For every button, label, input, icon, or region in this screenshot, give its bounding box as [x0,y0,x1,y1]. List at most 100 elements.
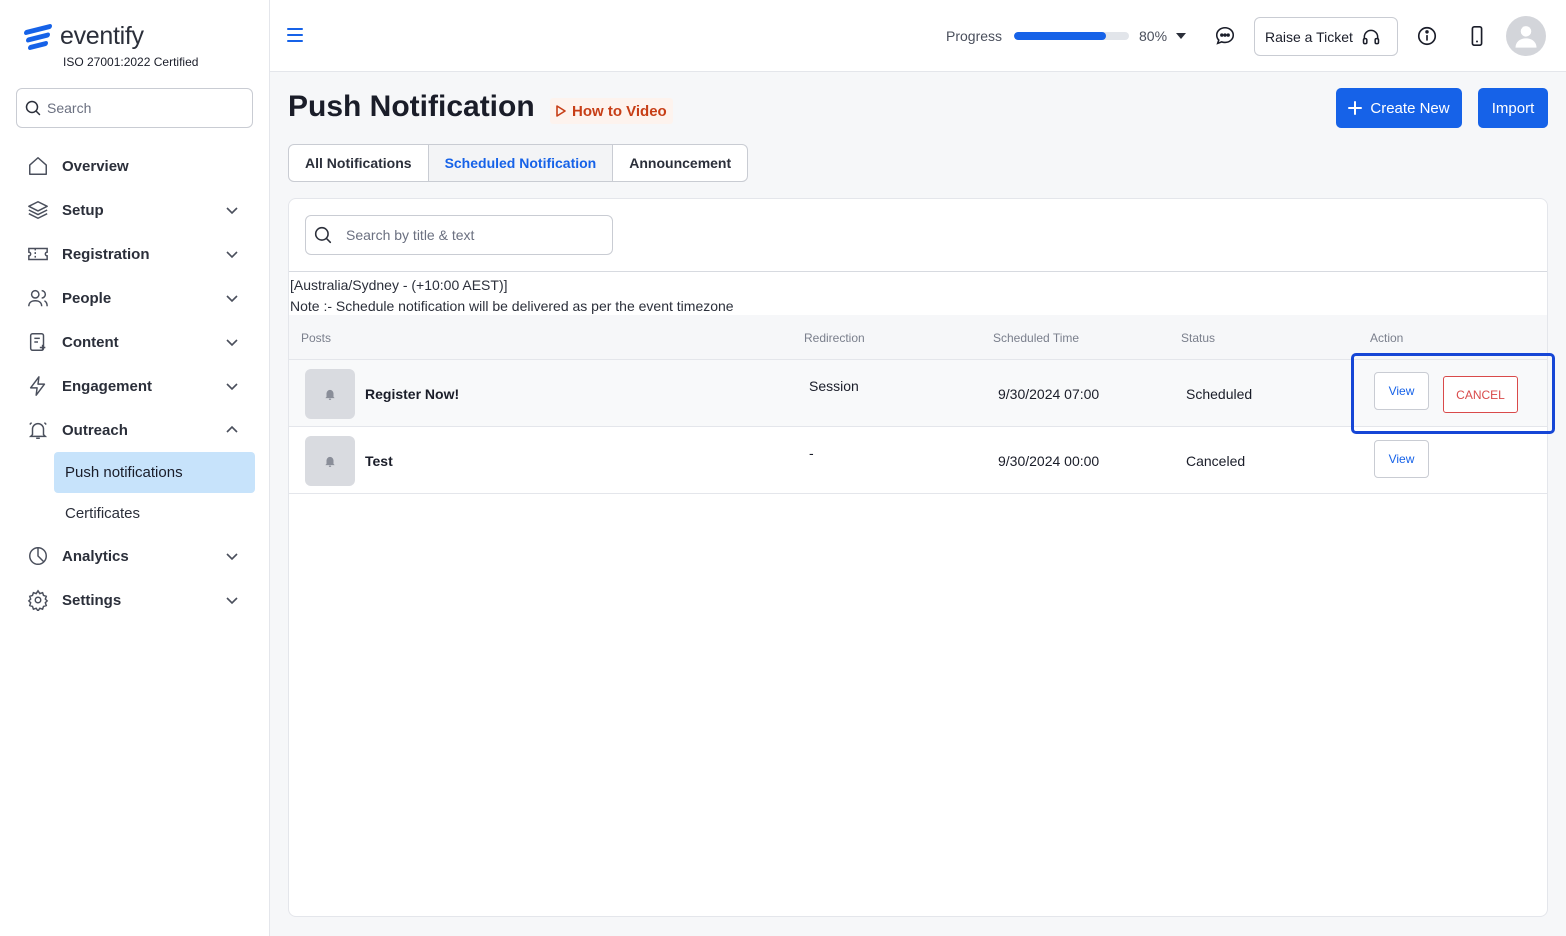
sidebar-item-label: Setup [62,201,104,219]
chevron-down-icon [226,553,238,561]
post-title: Register Now! [365,386,460,402]
sidebar-search-input[interactable] [47,100,227,116]
sidebar-subitem-certificates[interactable]: Certificates [0,493,270,534]
chevron-down-icon [226,597,238,605]
eventify-logo-icon [24,23,54,50]
create-new-label: Create New [1370,99,1450,117]
sidebar-item-settings[interactable]: Settings [0,578,270,622]
sidebar-subitem-push-notifications[interactable]: Push notifications [54,452,255,493]
sidebar-search[interactable] [16,88,253,128]
sidebar-item-label: Engagement [62,377,153,395]
view-button[interactable]: View [1374,440,1429,478]
cancel-button[interactable]: CANCEL [1443,376,1518,413]
notification-search[interactable] [305,215,613,255]
caret-down-icon[interactable] [1176,33,1186,39]
progress-value: 80% [1139,28,1168,44]
menu-icon[interactable] [287,28,303,44]
notification-thumbnail [305,436,355,486]
user-icon [1515,26,1537,48]
plus-icon [1348,101,1363,115]
ticket-icon [26,242,50,266]
topbar: Progress 80% Raise a Ticket [270,0,1566,72]
import-button[interactable]: Import [1478,88,1548,128]
raise-ticket-button[interactable]: Raise a Ticket [1254,17,1398,56]
column-header-action: Action [1370,331,1404,345]
view-button[interactable]: View [1374,372,1429,410]
scheduled-time-value: 9/30/2024 00:00 [998,453,1100,469]
bell-icon [325,456,335,467]
sidebar-item-people[interactable]: People [0,276,270,320]
info-icon[interactable] [1415,24,1439,48]
notification-thumbnail [305,369,355,419]
sidebar-item-label: Outreach [62,421,128,439]
column-header-posts: Posts [301,331,332,345]
divider [289,271,1547,272]
sidebar-nav: Overview Setup Registration People Conte… [0,144,270,622]
sidebar-item-label: People [62,289,112,307]
timezone-info: [Australia/Sydney - (+10:00 AEST)] Note … [290,275,734,317]
timezone-note: Note :- Schedule notification will be de… [290,298,734,314]
bolt-icon [26,374,50,398]
play-icon [556,105,566,117]
search-icon [314,226,332,244]
tab-scheduled-notification[interactable]: Scheduled Notification [428,145,614,181]
sidebar-item-overview[interactable]: Overview [0,144,270,188]
bell-icon [26,418,50,442]
progress-fill [1014,32,1106,40]
sidebar-item-analytics[interactable]: Analytics [0,534,270,578]
create-new-button[interactable]: Create New [1336,88,1462,128]
notification-tabs: All Notifications Scheduled Notification… [288,144,749,182]
import-label: Import [1491,99,1535,117]
table-header: Posts Redirection Scheduled Time Status … [289,315,1547,360]
tab-all-notifications[interactable]: All Notifications [289,145,429,181]
users-icon [26,286,50,310]
progress-bar [1014,32,1129,40]
sidebar: eventify ISO 27001:2022 Certified Overvi… [0,0,270,936]
table-row: Test - 9/30/2024 00:00 Canceled View [289,427,1547,494]
post-title: Test [365,453,393,469]
mobile-icon[interactable] [1465,24,1489,48]
chevron-down-icon [226,295,238,303]
brand-name: eventify [60,22,144,50]
column-header-status: Status [1181,331,1216,345]
sidebar-item-label: Content [62,333,119,351]
status-value: Canceled [1186,453,1246,469]
brand-logo[interactable]: eventify [24,22,144,51]
sidebar-item-registration[interactable]: Registration [0,232,270,276]
home-icon [26,154,50,178]
bell-icon [325,389,335,400]
gear-icon [26,588,50,612]
chevron-up-icon [226,425,238,433]
progress-label: Progress [946,28,1003,44]
column-header-scheduled-time: Scheduled Time [993,331,1080,345]
column-header-redirection: Redirection [804,331,865,345]
headset-icon [1362,29,1380,44]
sidebar-item-outreach[interactable]: Outreach [0,408,270,452]
chevron-down-icon [226,251,238,259]
notification-search-input[interactable] [346,227,596,243]
redirection-value: - [809,445,814,461]
page-title: Push Notification [288,90,535,123]
how-to-video-link[interactable]: How to Video [550,98,673,124]
document-icon [26,330,50,354]
sidebar-item-label: Registration [62,245,150,263]
chat-icon[interactable] [1213,24,1237,48]
tab-announcement[interactable]: Announcement [613,145,747,181]
table-row: Register Now! Session 9/30/2024 07:00 Sc… [289,360,1547,427]
pie-chart-icon [26,544,50,568]
status-value: Scheduled [1186,386,1253,402]
scheduled-time-value: 9/30/2024 07:00 [998,386,1100,402]
chevron-down-icon [226,339,238,347]
sidebar-item-label: Analytics [62,547,129,565]
avatar[interactable] [1506,16,1546,56]
sidebar-item-setup[interactable]: Setup [0,188,270,232]
sidebar-item-content[interactable]: Content [0,320,270,364]
iso-certification: ISO 27001:2022 Certified [63,55,199,69]
chevron-down-icon [226,383,238,391]
raise-ticket-label: Raise a Ticket [1265,28,1353,45]
chevron-down-icon [226,207,238,215]
sidebar-item-label: Settings [62,591,122,609]
sidebar-item-engagement[interactable]: Engagement [0,364,270,408]
timezone-text: [Australia/Sydney - (+10:00 AEST)] [290,277,508,293]
redirection-value: Session [809,378,859,394]
